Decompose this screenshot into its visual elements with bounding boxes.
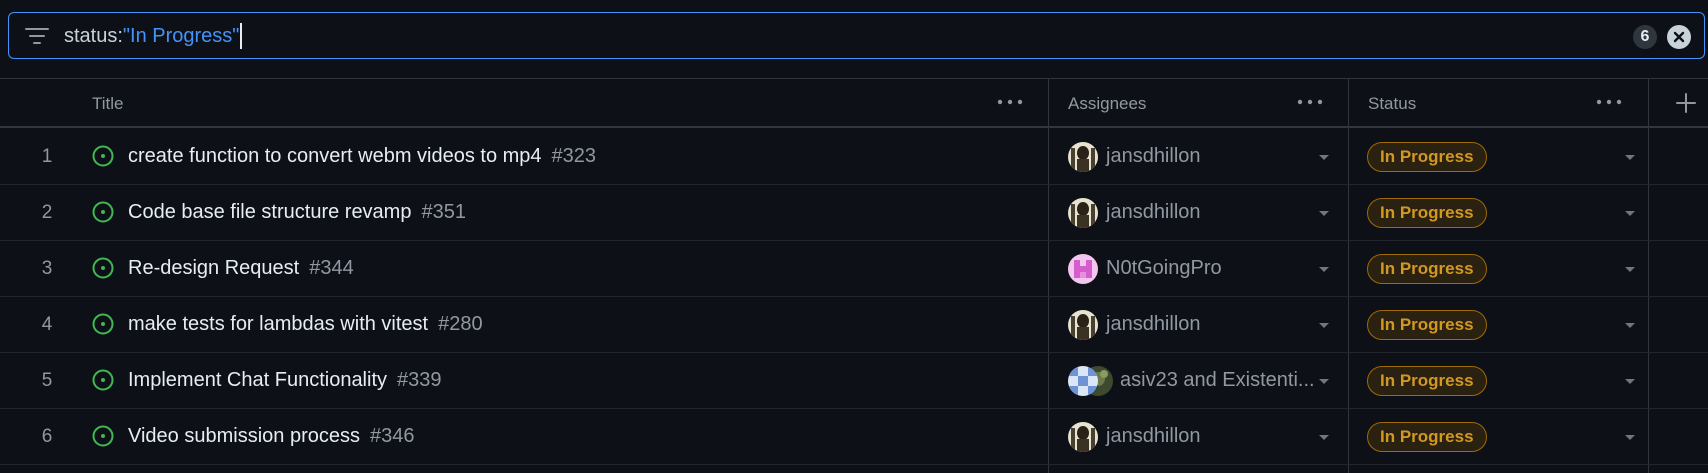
assignees-column-menu-icon[interactable] [1295,94,1325,110]
issue-title-link[interactable]: Video submission process [128,425,360,447]
row-number: 6 [41,426,53,447]
filter-bar[interactable]: status:"In Progress" 6 [8,12,1705,59]
issue-title-link[interactable]: make tests for lambdas with vitest [128,313,428,335]
chevron-down-icon[interactable] [1318,321,1330,329]
status-column-menu-icon[interactable] [1594,94,1624,110]
issue-number: #339 [397,369,442,391]
row-number: 4 [41,314,53,335]
close-icon [1673,31,1685,43]
table-row[interactable]: 4 make tests for lambdas with vitest #280… [0,297,1708,353]
issue-title-link[interactable]: Code base file structure revamp [128,201,411,223]
table-row[interactable]: 5 Implement Chat Functionality #339 asiv2… [0,353,1708,409]
issue-number: #351 [421,201,466,223]
avatar [1068,366,1098,396]
column-header-status[interactable]: Status [1368,79,1416,128]
issue-title-link[interactable]: Implement Chat Functionality [128,369,387,391]
table-row[interactable]: 6 Video submission process #346 jansdhill… [0,409,1708,465]
assignee-name[interactable]: jansdhillon [1106,129,1201,184]
table-header: Title Assignees Status [0,79,1708,128]
assignee-name[interactable]: jansdhillon [1106,297,1201,352]
issue-title-link[interactable]: create function to convert webm videos t… [128,145,542,167]
row-number: 2 [41,202,53,223]
chevron-down-icon[interactable] [1624,153,1636,161]
row-number: 5 [41,370,53,391]
chevron-down-icon[interactable] [1624,433,1636,441]
chevron-down-icon[interactable] [1624,377,1636,385]
avatar [1068,310,1098,340]
issue-number: #323 [551,145,597,167]
text-caret [240,23,243,49]
chevron-down-icon[interactable] [1318,377,1330,385]
open-issue-icon [92,313,114,335]
avatar [1068,422,1098,452]
chevron-down-icon[interactable] [1624,265,1636,273]
chevron-down-icon[interactable] [1624,321,1636,329]
row-number: 3 [41,258,53,279]
status-badge[interactable]: In Progress [1367,142,1487,172]
assignee-name[interactable]: asiv23 and Existenti... [1120,353,1315,408]
issue-title-cell: make tests for lambdas with vitest #280 [128,297,483,352]
avatar [1068,254,1098,284]
clear-filter-button[interactable] [1667,25,1691,49]
filter-input[interactable]: status:"In Progress" [64,23,243,49]
issue-title-cell: Video submission process #346 [128,409,414,464]
assignee-name[interactable]: jansdhillon [1106,185,1201,240]
issue-title-cell: Code base file structure revamp #351 [128,185,466,240]
filter-value: "In Progress" [122,25,240,47]
status-badge[interactable]: In Progress [1367,198,1487,228]
issue-title-cell: Re-design Request #344 [128,241,354,296]
column-header-assignees[interactable]: Assignees [1068,79,1146,128]
assignee-name[interactable]: jansdhillon [1106,409,1201,464]
filter-key: status: [64,25,123,47]
issue-title-cell: create function to convert webm videos t… [128,129,596,184]
open-issue-icon [92,145,114,167]
issue-number: #280 [438,313,483,335]
title-column-menu-icon[interactable] [995,94,1025,110]
issue-title-cell: Implement Chat Functionality #339 [128,353,442,408]
chevron-down-icon[interactable] [1624,209,1636,217]
issue-number: #346 [369,425,415,447]
chevron-down-icon[interactable] [1318,265,1330,273]
open-issue-icon [92,425,114,447]
status-badge[interactable]: In Progress [1367,310,1487,340]
issue-number: #344 [309,257,354,279]
filter-icon [25,28,49,44]
table-row[interactable]: 1 create function to convert webm videos… [0,129,1708,185]
chevron-down-icon[interactable] [1318,153,1330,161]
status-badge[interactable]: In Progress [1367,254,1487,284]
chevron-down-icon[interactable] [1318,209,1330,217]
table-row[interactable]: 2 Code base file structure revamp #351 ja… [0,185,1708,241]
avatar [1068,198,1098,228]
row-number: 1 [41,146,53,167]
open-issue-icon [92,201,114,223]
open-issue-icon [92,257,114,279]
result-count-badge: 6 [1633,25,1657,49]
issue-title-link[interactable]: Re-design Request [128,257,299,279]
add-field-plus-icon[interactable] [1674,91,1698,115]
column-header-title[interactable]: Title [92,79,124,128]
avatar [1068,142,1098,172]
table-row[interactable]: 3 Re-design Request #344 N0tGoingPro In P… [0,241,1708,297]
open-issue-icon [92,369,114,391]
chevron-down-icon[interactable] [1318,433,1330,441]
issues-table: Title Assignees Status 1 create function… [0,78,1708,473]
status-badge[interactable]: In Progress [1367,422,1487,452]
assignee-name[interactable]: N0tGoingPro [1106,241,1222,296]
status-badge[interactable]: In Progress [1367,366,1487,396]
